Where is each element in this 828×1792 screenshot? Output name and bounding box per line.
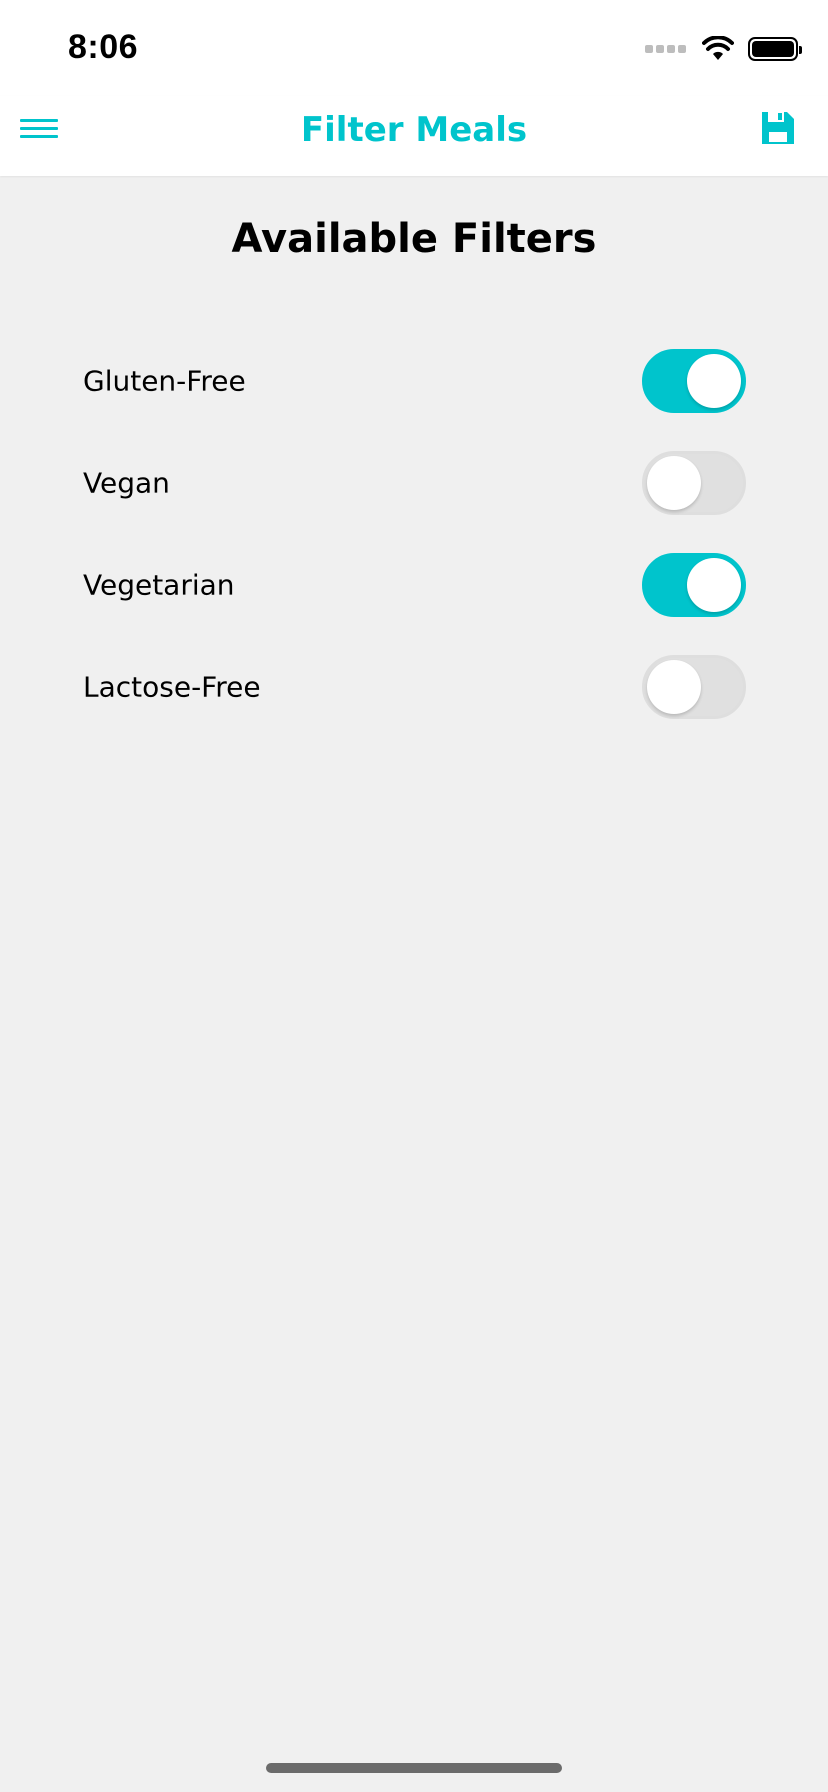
filter-label: Lactose-Free bbox=[83, 670, 261, 704]
navigation-bar: Filter Meals bbox=[0, 96, 828, 176]
cellular-signal-icon bbox=[645, 45, 686, 53]
lactose-free-switch[interactable] bbox=[642, 655, 746, 719]
filter-row-vegetarian: Vegetarian bbox=[0, 534, 828, 636]
save-floppy-icon bbox=[762, 112, 794, 144]
filter-row-lactose-free: Lactose-Free bbox=[0, 636, 828, 738]
battery-icon bbox=[748, 37, 802, 61]
filters-screen: Available Filters Gluten-Free Vegan Vege… bbox=[0, 176, 828, 719]
switch-knob bbox=[647, 660, 701, 714]
switch-knob bbox=[647, 456, 701, 510]
section-title: Available Filters bbox=[231, 216, 597, 262]
filter-label: Vegetarian bbox=[83, 568, 235, 602]
status-bar: 8:06 bbox=[0, 0, 828, 96]
filter-list: Gluten-Free Vegan Vegetarian Lactose-Fre… bbox=[0, 330, 828, 738]
page-title: Filter Meals bbox=[300, 110, 528, 150]
filter-label: Gluten-Free bbox=[83, 364, 246, 398]
status-icons bbox=[645, 34, 802, 64]
filter-label: Vegan bbox=[83, 466, 170, 500]
switch-knob bbox=[687, 558, 741, 612]
filter-row-vegan: Vegan bbox=[0, 432, 828, 534]
switch-knob bbox=[687, 354, 741, 408]
vegetarian-switch[interactable] bbox=[642, 553, 746, 617]
vegan-switch[interactable] bbox=[642, 451, 746, 515]
filter-row-gluten-free: Gluten-Free bbox=[0, 330, 828, 432]
save-button[interactable] bbox=[760, 110, 796, 146]
wifi-icon bbox=[702, 36, 734, 60]
status-time: 8:06 bbox=[68, 28, 139, 66]
home-indicator[interactable] bbox=[266, 1763, 562, 1773]
gluten-free-switch[interactable] bbox=[642, 349, 746, 413]
